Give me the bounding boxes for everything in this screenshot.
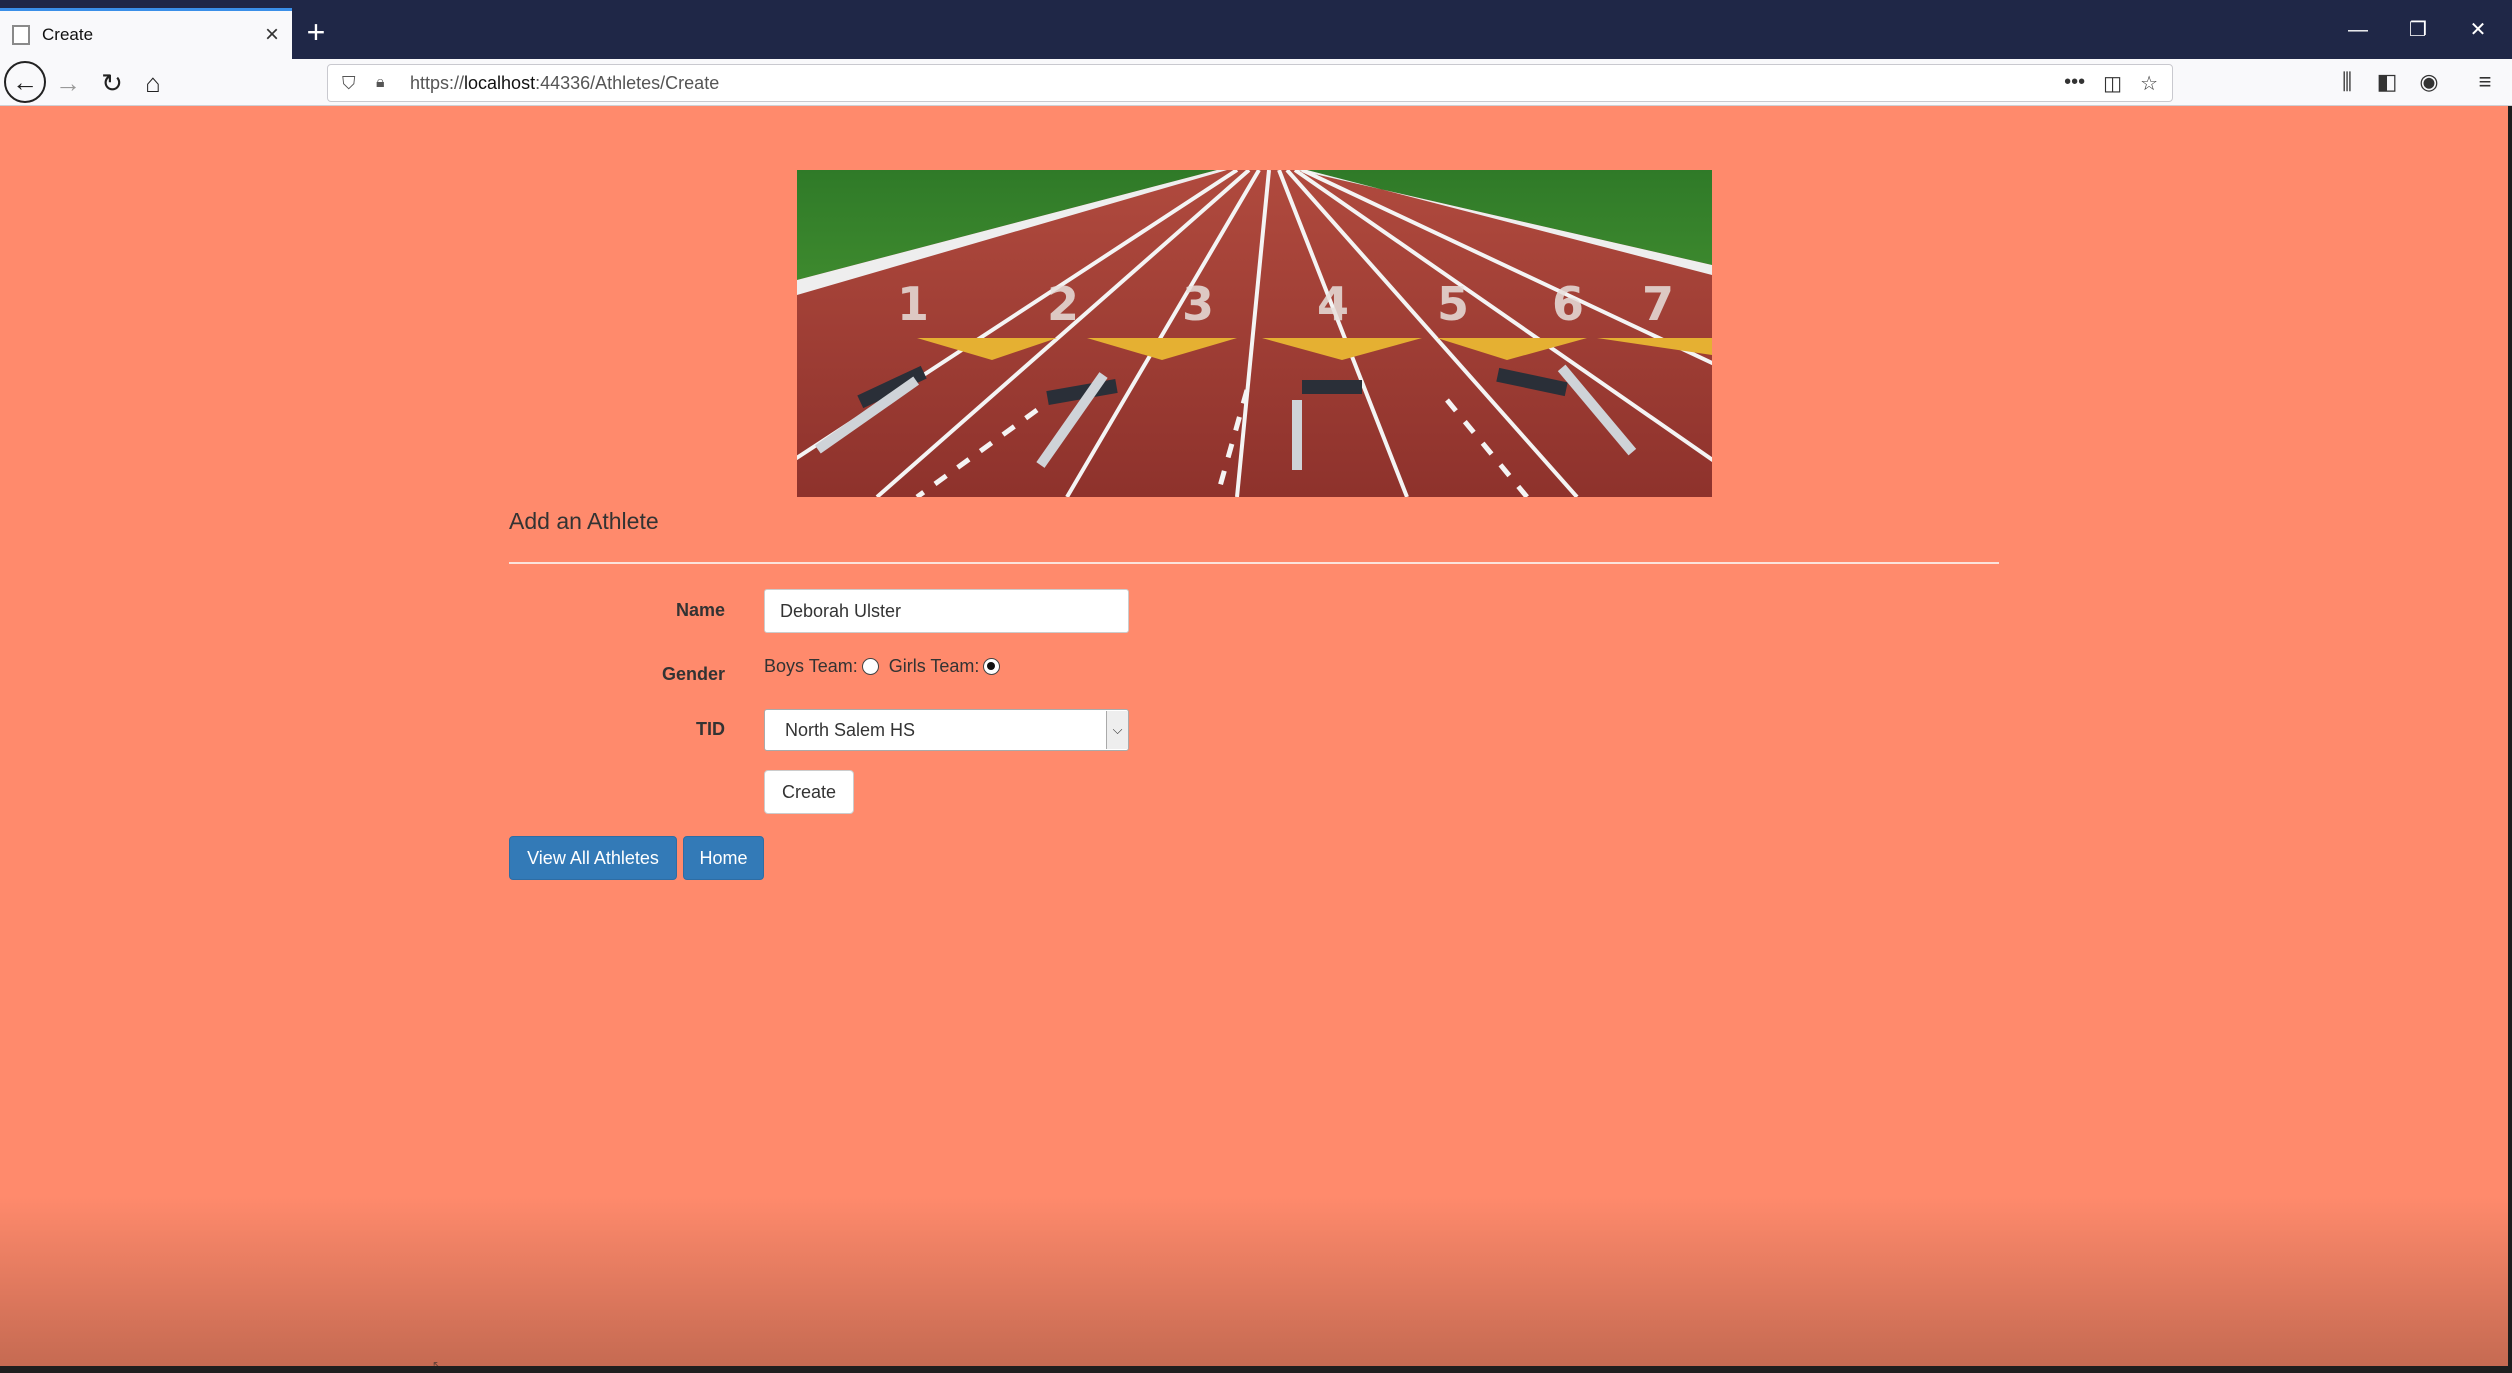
browser-navbar: ← → ↻ ⌂ ⛉ 🔒︎ https://localhost:44336/Ath… — [0, 59, 2512, 106]
lock-icon[interactable]: 🔒︎ — [376, 74, 396, 92]
lane-number: 3 — [1182, 277, 1214, 331]
tid-label: TID — [696, 719, 725, 739]
url-text[interactable]: https://localhost:44336/Athletes/Create — [410, 73, 2064, 94]
bookmark-star-icon[interactable]: ☆ — [2140, 71, 2158, 96]
running-track-banner: 1 2 3 4 5 6 7 — [797, 170, 1712, 497]
minimize-icon[interactable]: — — [2328, 8, 2388, 52]
url-bar[interactable]: ⛉ 🔒︎ https://localhost:44336/Athletes/Cr… — [327, 64, 2173, 102]
lane-number: 6 — [1552, 277, 1584, 331]
form-title: Add an Athlete — [509, 508, 659, 534]
close-window-icon[interactable]: ✕ — [2448, 8, 2508, 52]
girls-team-radio[interactable] — [983, 658, 1001, 675]
lane-number: 5 — [1437, 277, 1469, 331]
restore-icon[interactable]: ❐ — [2388, 8, 2448, 52]
forward-arrow-icon[interactable]: → — [48, 63, 88, 103]
view-all-athletes-button[interactable]: View All Athletes — [509, 836, 677, 880]
tid-selected-value: North Salem HS — [785, 719, 916, 740]
account-icon[interactable]: ◉ — [2414, 69, 2444, 99]
more-actions-icon[interactable]: ••• — [2064, 71, 2085, 96]
new-tab-button[interactable]: + — [296, 8, 336, 59]
divider — [509, 562, 1999, 564]
mouse-cursor-icon: ↖ — [432, 1358, 443, 1366]
menu-hamburger-icon[interactable]: ≡ — [2470, 69, 2500, 99]
boys-team-radio[interactable] — [861, 658, 879, 675]
boys-team-label: Boys Team: — [764, 656, 858, 676]
lane-number: 4 — [1317, 277, 1349, 331]
lane-number: 7 — [1642, 277, 1674, 331]
page-viewport: 1 2 3 4 5 6 7 Add an Athlete Name Debora… — [0, 106, 2508, 1366]
page-favicon-icon — [12, 25, 30, 45]
shield-icon[interactable]: ⛉ — [342, 73, 362, 94]
create-button[interactable]: Create — [764, 770, 854, 814]
library-icon[interactable]: ⫼ — [2332, 69, 2362, 99]
browser-tab[interactable]: Create × — [0, 8, 292, 59]
reload-icon[interactable]: ↻ — [92, 63, 132, 103]
tab-title: Create — [42, 25, 94, 44]
sidebar-icon[interactable]: ◧ — [2372, 69, 2402, 99]
browser-titlebar: Create × + — ❐ ✕ — [0, 0, 2512, 59]
pocket-icon[interactable]: ◫ — [2103, 71, 2122, 96]
gender-label: Gender — [661, 664, 725, 684]
back-arrow-icon[interactable]: ← — [4, 61, 46, 103]
home-icon[interactable]: ⌂ — [133, 63, 173, 103]
name-label: Name — [675, 600, 725, 620]
tid-select[interactable]: North Salem HS ⌵ — [764, 709, 1129, 751]
girls-team-label: Girls Team: — [888, 656, 980, 676]
lane-number: 1 — [897, 277, 929, 331]
lane-number: 2 — [1047, 277, 1079, 331]
home-button[interactable]: Home — [683, 836, 764, 880]
chevron-down-icon[interactable]: ⌵ — [1106, 711, 1128, 749]
name-input[interactable] — [764, 589, 1129, 633]
gender-radio-group: Boys Team: Girls Team: — [764, 656, 1006, 677]
tab-close-icon[interactable]: × — [252, 21, 292, 49]
